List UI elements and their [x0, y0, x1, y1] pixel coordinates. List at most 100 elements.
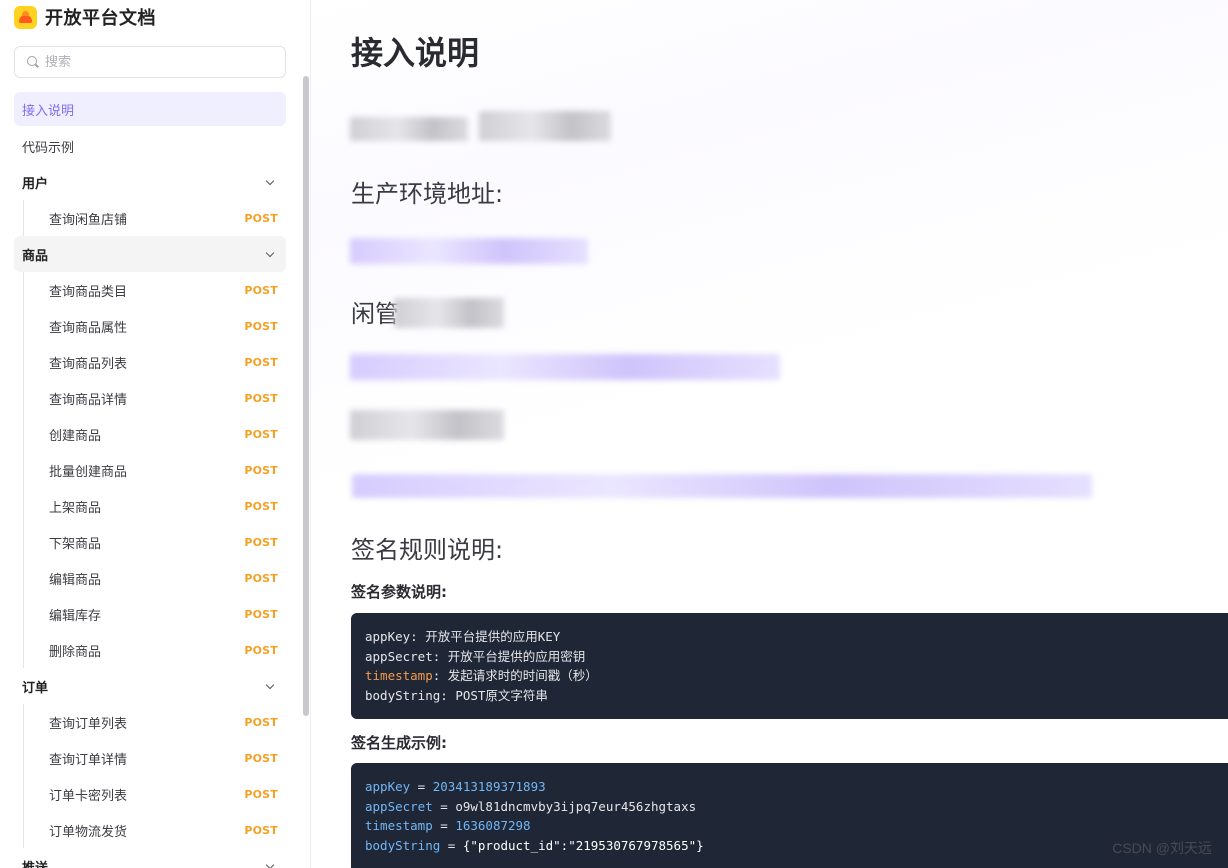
method-badge: POST — [244, 571, 278, 585]
sidebar-item-label: 查询商品详情 — [49, 392, 128, 408]
sidebar-item-label: 查询订单列表 — [49, 716, 128, 732]
example-code-block: appKey = 203413189371893 appSecret = o9w… — [351, 763, 1228, 868]
code-value: 203413189371893 — [432, 779, 546, 794]
method-badge: POST — [244, 643, 278, 657]
xianyu-heading: 闲管 — [351, 300, 399, 328]
search-box[interactable] — [14, 46, 286, 78]
code-line: bodyString = {"product_id":"219530767978… — [365, 836, 1227, 856]
sidebar-item[interactable]: 编辑商品 POST — [23, 560, 286, 596]
sidebar-item[interactable]: 查询闲鱼店铺 POST — [23, 200, 286, 236]
code-value: o9wl81dncmvby3ijpq7eur456zhgtaxs — [455, 798, 697, 814]
brand[interactable]: 开放平台文档 — [14, 4, 156, 30]
chevron-down-icon — [266, 682, 274, 690]
code-line: timestamp = 1636087298 — [365, 816, 1227, 836]
method-badge: POST — [244, 787, 278, 801]
sidebar-group-order[interactable]: 订单 — [14, 668, 286, 704]
code-desc: : POST原文字符串 — [440, 688, 548, 704]
sidebar-scrollbar[interactable] — [303, 76, 309, 716]
sidebar-item-label: 批量创建商品 — [49, 464, 128, 480]
method-badge: POST — [244, 283, 278, 297]
xianyu-heading-wrap: 闲管 — [351, 294, 399, 329]
code-line: timestamp: 发起请求时的时间戳（秒） — [365, 666, 1227, 686]
method-badge: POST — [244, 319, 278, 333]
sidebar-item-label: 查询闲鱼店铺 — [49, 212, 128, 228]
sidebar-item[interactable]: 查询商品详情 POST — [23, 380, 286, 416]
sidebar-item-label: 查询商品类目 — [49, 284, 128, 300]
method-badge: POST — [244, 607, 278, 621]
sidebar-item[interactable]: 下架商品 POST — [23, 524, 286, 560]
sidebar: 开放平台文档 接入说明 代码示例 用户 查询闲鱼店铺 POST 商品 查询商品类… — [0, 0, 311, 868]
fish-logo-icon — [14, 5, 37, 29]
redacted-link — [352, 474, 1092, 498]
code-op: = — [440, 838, 463, 854]
sidebar-group-push[interactable]: 推送 — [14, 848, 286, 868]
sidebar-item[interactable]: 查询商品类目 POST — [23, 272, 286, 308]
code-key: bodyString — [365, 838, 441, 854]
code-desc: : 发起请求时的时间戳（秒） — [432, 668, 598, 684]
sidebar-item-label: 订单卡密列表 — [49, 788, 128, 804]
sidebar-item[interactable]: 编辑库存 POST — [23, 596, 286, 632]
search-icon — [26, 55, 40, 69]
code-line: appKey: 开放平台提供的应用KEY — [365, 627, 1227, 647]
code-op: = — [432, 798, 456, 814]
method-badge: POST — [244, 463, 278, 477]
chevron-down-icon — [266, 178, 274, 186]
code-op: = — [410, 779, 433, 794]
code-desc: : 开放平台提供的应用密钥 — [432, 648, 586, 664]
sidebar-item-label: 上架商品 — [49, 500, 102, 516]
redacted-link — [350, 238, 588, 264]
prod-env-heading: 生产环境地址: — [351, 180, 504, 208]
sign-heading: 签名规则说明: — [351, 536, 504, 564]
sidebar-item-label: 订单物流发货 — [49, 824, 128, 840]
code-desc: : 开放平台提供的应用KEY — [410, 629, 561, 644]
sidebar-item-intro[interactable]: 接入说明 — [14, 92, 286, 126]
redacted-text — [479, 111, 611, 141]
code-value: {"product_id":"219530767978565"} — [462, 838, 704, 854]
group-label: 推送 — [22, 860, 49, 868]
sidebar-item[interactable]: 批量创建商品 POST — [23, 452, 286, 488]
method-badge: POST — [244, 427, 278, 441]
method-badge: POST — [244, 355, 278, 369]
page-title: 接入说明 — [351, 34, 480, 72]
method-badge: POST — [244, 499, 278, 513]
redacted-text — [350, 117, 468, 141]
sidebar-item-label: 创建商品 — [49, 428, 102, 444]
method-badge: POST — [244, 751, 278, 765]
sidebar-item-label: 查询订单详情 — [49, 752, 128, 768]
sidebar-item[interactable]: 删除商品 POST — [23, 632, 286, 668]
method-badge: POST — [244, 211, 278, 225]
search-input[interactable] — [45, 54, 265, 70]
code-value: 1636087298 — [455, 818, 531, 834]
code-key: timestamp — [365, 818, 433, 834]
sidebar-item-code-example[interactable]: 代码示例 — [14, 128, 286, 164]
sidebar-item[interactable]: 创建商品 POST — [23, 416, 286, 452]
sidebar-item[interactable]: 订单物流发货 POST — [23, 812, 286, 848]
sidebar-item[interactable]: 订单卡密列表 POST — [23, 776, 286, 812]
sign-params-heading: 签名参数说明: — [351, 583, 447, 601]
sidebar-item[interactable]: 查询商品列表 POST — [23, 344, 286, 380]
sidebar-item[interactable]: 查询订单详情 POST — [23, 740, 286, 776]
code-key: appKey — [365, 629, 411, 644]
group-label: 订单 — [22, 680, 49, 696]
code-line: appSecret = o9wl81dncmvby3ijpq7eur456zhg… — [365, 797, 1227, 817]
sidebar-item[interactable]: 查询订单列表 POST — [23, 704, 286, 740]
sidebar-item-label: 删除商品 — [49, 644, 102, 660]
code-line: bodyString: POST原文字符串 — [365, 686, 1227, 706]
method-badge: POST — [244, 715, 278, 729]
sign-example-heading: 签名生成示例: — [351, 734, 447, 752]
sidebar-group-user[interactable]: 用户 — [14, 164, 286, 200]
sidebar-group-product[interactable]: 商品 — [14, 236, 286, 272]
code-key: appSecret — [365, 798, 433, 814]
code-key: appSecret — [365, 648, 433, 664]
sidebar-item-label: 编辑商品 — [49, 572, 102, 588]
brand-title: 开放平台文档 — [45, 8, 156, 29]
code-key: timestamp — [365, 668, 433, 684]
sidebar-item-label: 编辑库存 — [49, 608, 102, 624]
code-key: bodyString — [365, 688, 441, 704]
redacted-link — [350, 354, 780, 380]
chevron-down-icon — [266, 250, 274, 258]
params-code-block: appKey: 开放平台提供的应用KEY appSecret: 开放平台提供的应… — [351, 613, 1228, 719]
sidebar-item[interactable]: 上架商品 POST — [23, 488, 286, 524]
method-badge: POST — [244, 823, 278, 837]
sidebar-item[interactable]: 查询商品属性 POST — [23, 308, 286, 344]
